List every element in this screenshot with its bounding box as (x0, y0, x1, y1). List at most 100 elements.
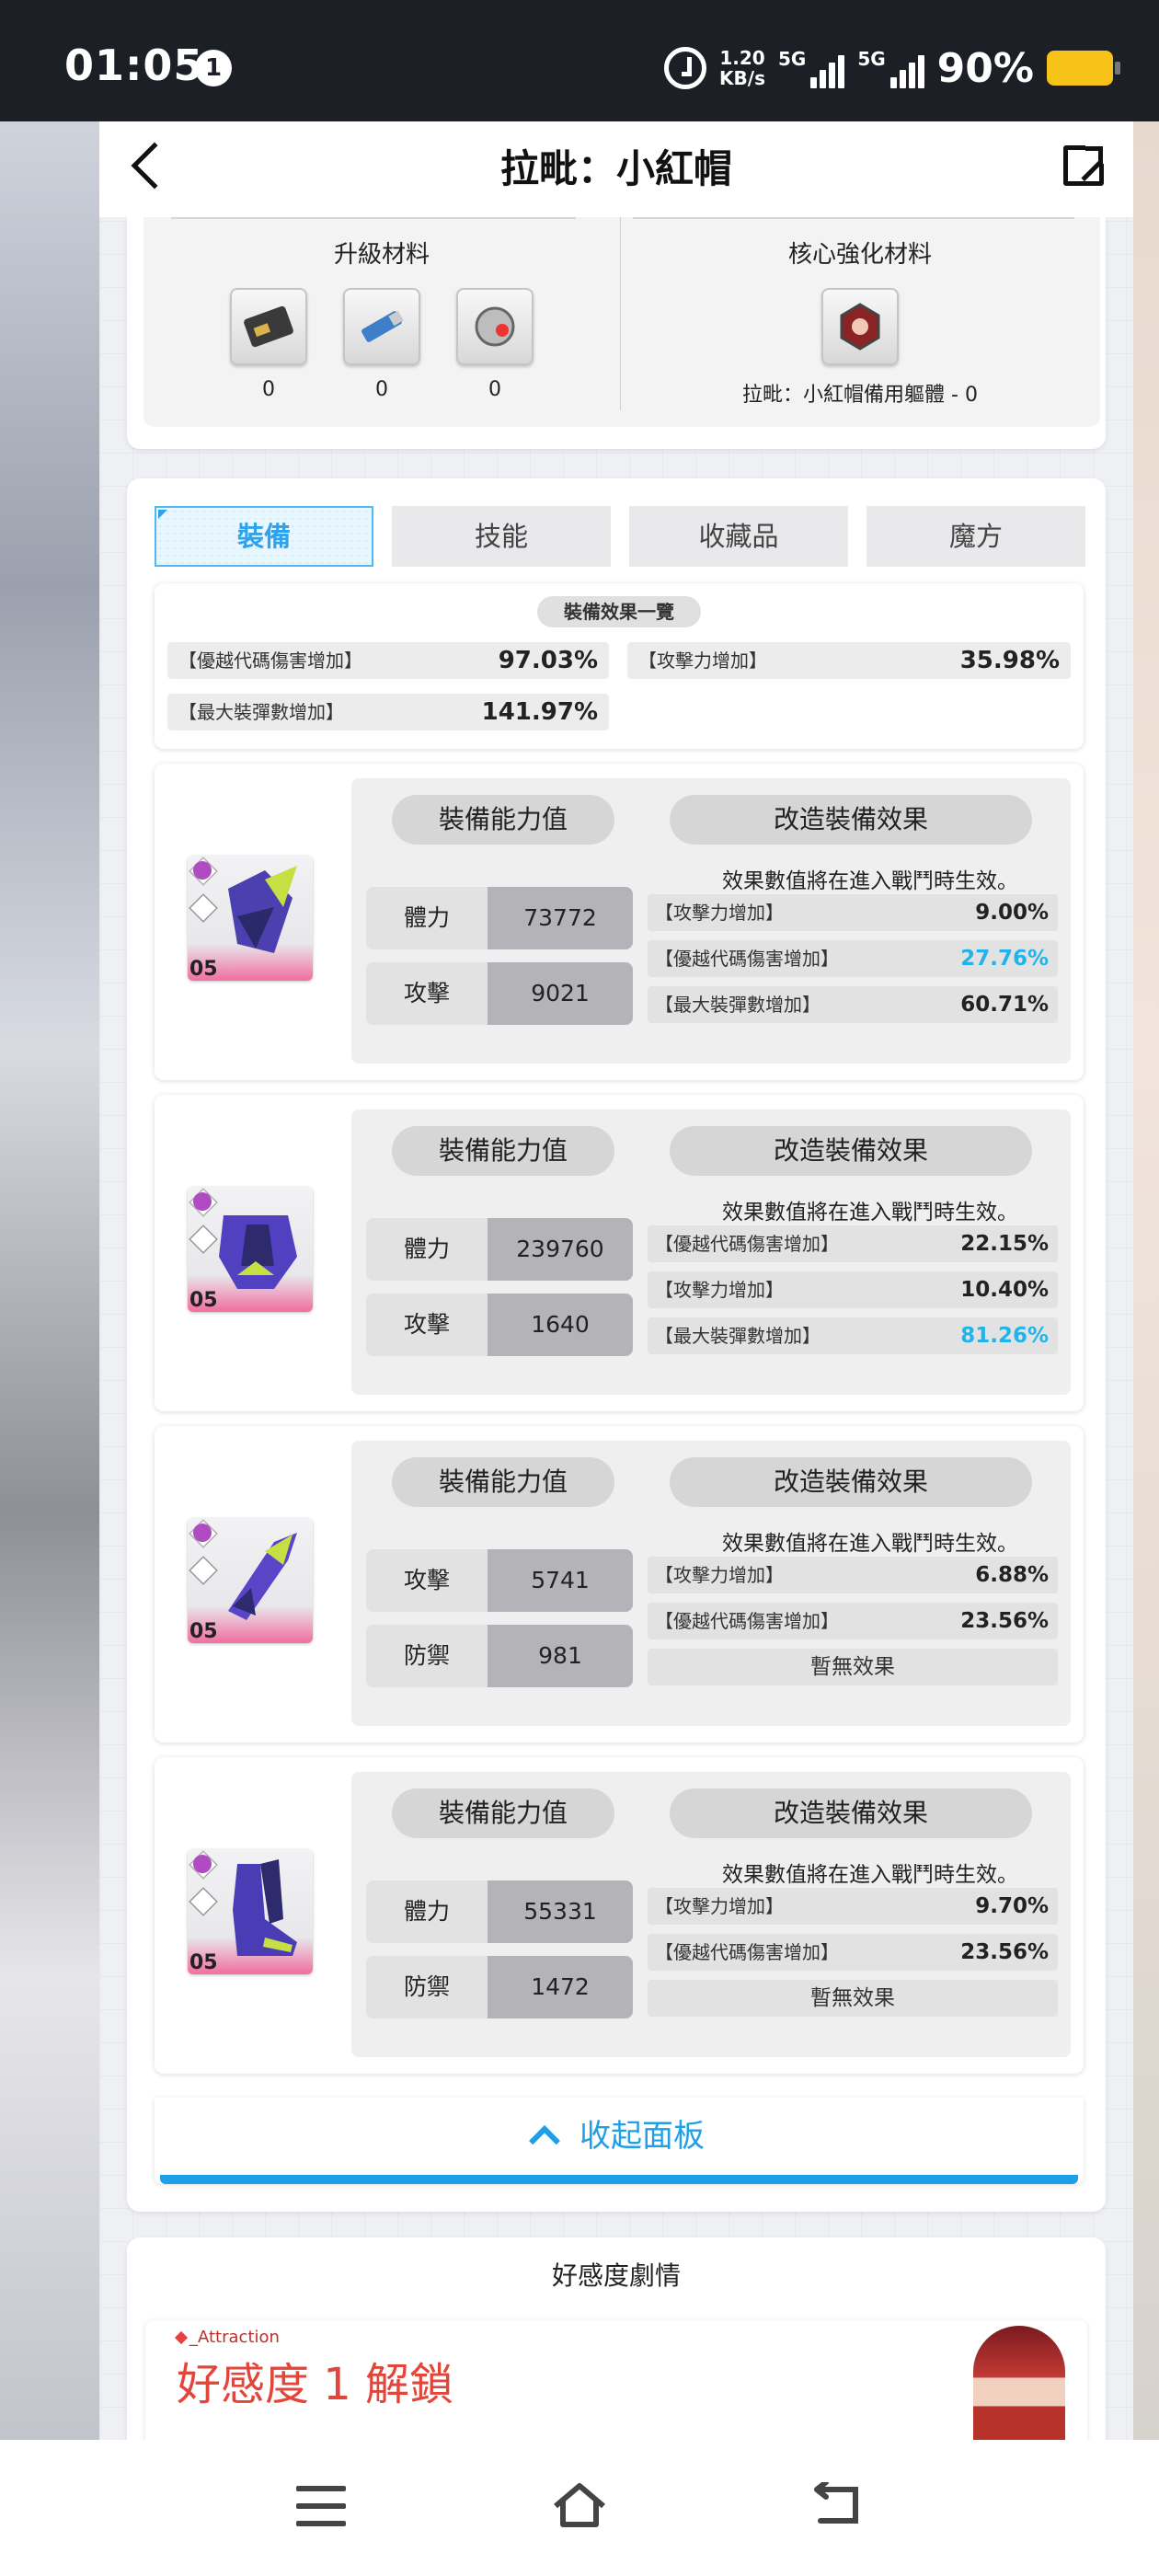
background-art-right (1133, 121, 1159, 2440)
material-item[interactable]: 拉毗：小紅帽備用軀體 - 0 (722, 288, 998, 408)
card-chip-icon (230, 288, 307, 365)
background-art-left (0, 121, 99, 2440)
signal-icon-2: 5G (857, 48, 924, 88)
collapse-label: 收起面板 (580, 2118, 705, 2155)
stat-value: 1640 (488, 1294, 633, 1356)
effect-row: 【攻擊力增加】 9.70% (648, 1888, 1058, 1925)
materials-card: 升級材料 0 0 0 核心強化材料 拉毗：小紅帽備用軀體 - 0 (127, 217, 1106, 449)
effect-row: 【優越代碼傷害增加】 23.56% (648, 1934, 1058, 1971)
effect-row: 【攻擊力增加】 9.00% (648, 894, 1058, 931)
effect-row: 【優越代碼傷害增加】 22.15% (648, 1225, 1058, 1262)
effect-value: 6.88% (975, 1563, 1049, 1587)
stat-row: 防禦 1472 (366, 1956, 633, 2018)
stats-title: 裝備能力值 (392, 1126, 614, 1176)
equipment-summary: 裝備效果一覽 【優越代碼傷害增加】 97.03% 【攻擊力增加】 35.98% … (155, 583, 1084, 749)
effect-row: 【攻擊力增加】 6.88% (648, 1557, 1058, 1593)
stats-title: 裝備能力值 (392, 795, 614, 845)
page-header: 拉毗：小紅帽 (99, 121, 1133, 217)
equipment-level: 05 (189, 1951, 218, 1974)
stat-value: 73772 (488, 887, 633, 949)
stats-title: 裝備能力值 (392, 1788, 614, 1838)
equipment-item[interactable]: 05 裝備能力值 改造裝備效果 體力 55331 防禦 1472 效果數值將在進… (155, 1757, 1084, 2074)
stat-value: 239760 (488, 1218, 633, 1281)
effect-key: 【優越代碼傷害增加】 (655, 948, 839, 970)
equipment-detail-panel: 裝備能力值 改造裝備效果 體力 55331 防禦 1472 效果數值將在進入戰鬥… (351, 1772, 1071, 2057)
effects-note: 效果數值將在進入戰鬥時生效。 (722, 1532, 1018, 1556)
summary-row: 【優越代碼傷害增加】 97.03% (167, 642, 609, 679)
material-item[interactable]: 0 (456, 288, 534, 401)
effect-row: 【最大裝彈數增加】 60.71% (648, 986, 1058, 1023)
menu-icon[interactable] (296, 2486, 346, 2526)
effect-value: 23.56% (960, 1940, 1049, 1964)
stat-row: 體力 73772 (366, 887, 633, 949)
page-title: 拉毗：小紅帽 (499, 146, 732, 191)
stat-row: 防禦 981 (366, 1625, 633, 1687)
core-orb-icon (456, 288, 534, 365)
status-bar: 01:05 1 1.20 KB/s 5G 5G 90% (0, 0, 1159, 121)
core-materials: 核心強化材料 拉毗：小紅帽備用軀體 - 0 (620, 217, 1100, 427)
equipment-item[interactable]: 05 裝備能力值 改造裝備效果 攻擊 5741 防禦 981 效果數值將在進入戰… (155, 1426, 1084, 1742)
system-nav-bar (0, 2440, 1159, 2576)
stat-label: 攻擊 (366, 962, 488, 1025)
equipment-level: 05 (189, 1620, 218, 1643)
tab-skills[interactable]: 技能 (392, 506, 611, 567)
effects-note: 效果數值將在進入戰鬥時生效。 (722, 869, 1018, 893)
material-item[interactable]: 0 (230, 288, 307, 401)
back-icon[interactable] (809, 2479, 865, 2528)
equipment-item[interactable]: 05 裝備能力值 改造裝備效果 體力 73772 攻擊 9021 效果數值將在進… (155, 764, 1084, 1080)
tab-cube[interactable]: 魔方 (866, 506, 1085, 567)
sim2-label: 5G (857, 48, 886, 70)
core-materials-title: 核心強化材料 (787, 241, 932, 269)
effect-key: 【攻擊力增加】 (655, 1279, 784, 1301)
summary-value: 97.03% (498, 647, 598, 674)
summary-key: 【優越代碼傷害增加】 (178, 650, 362, 672)
attraction-section-title: 好感度劇情 (551, 2260, 681, 2291)
core-material-label: 拉毗：小紅帽備用軀體 - 0 (742, 384, 978, 407)
equipment-level: 05 (189, 1289, 218, 1312)
home-icon[interactable] (550, 2480, 609, 2530)
attraction-card: 好感度劇情 _Attraction 好感度 1 解鎖 (127, 2237, 1106, 2440)
collapse-panel-button[interactable]: 收起面板 (155, 2098, 1084, 2184)
gauntlet-gear-icon: 05 (188, 1518, 313, 1643)
app-content[interactable]: 拉毗：小紅帽 升級材料 0 0 0 核心強化材料 拉毗：小紅帽備用軀體 - 0 … (99, 121, 1133, 2440)
summary-key: 【攻擊力增加】 (638, 650, 767, 672)
effect-value: 9.00% (975, 901, 1049, 925)
tab-collection[interactable]: 收藏品 (629, 506, 848, 567)
battery-icon (1047, 51, 1120, 86)
effect-value: 9.70% (975, 1894, 1049, 1918)
armor-gear-icon: 05 (188, 1187, 313, 1312)
helmet-gear-icon: 05 (188, 856, 313, 981)
equipment-item[interactable]: 05 裝備能力值 改造裝備效果 體力 239760 攻擊 1640 效果數值將在… (155, 1095, 1084, 1411)
summary-row: 【攻擊力增加】 35.98% (627, 642, 1071, 679)
effect-key: 【攻擊力增加】 (655, 1895, 784, 1917)
external-link-icon[interactable] (1063, 144, 1106, 186)
net-speed-unit: KB/s (719, 67, 765, 89)
net-speed: 1.20 KB/s (719, 48, 765, 88)
summary-row: 【最大裝彈數增加】 141.97% (167, 694, 609, 730)
effect-value: 22.15% (960, 1232, 1049, 1256)
battery-percent: 90% (936, 44, 1034, 92)
equipment-card: 裝備 技能 收藏品 魔方 裝備效果一覽 【優越代碼傷害增加】 97.03% 【攻… (127, 478, 1106, 2212)
effect-key: 【優越代碼傷害增加】 (655, 1610, 839, 1632)
stat-row: 體力 239760 (366, 1218, 633, 1281)
stat-value: 5741 (488, 1549, 633, 1612)
stat-value: 1472 (488, 1956, 633, 2018)
materials-panel: 升級材料 0 0 0 核心強化材料 拉毗：小紅帽備用軀體 - 0 (143, 217, 1100, 427)
effect-value: 60.71% (960, 993, 1049, 1017)
effects-title: 改造裝備效果 (670, 795, 1032, 845)
material-item[interactable]: 0 (343, 288, 420, 401)
effect-value: 23.56% (960, 1609, 1049, 1633)
equipment-detail-panel: 裝備能力值 改造裝備效果 攻擊 5741 防禦 981 效果數值將在進入戰鬥時生… (351, 1441, 1071, 1726)
effect-value: 27.76% (960, 947, 1049, 971)
tab-bar: 裝備 技能 收藏品 魔方 (155, 506, 1085, 567)
effect-key: 【攻擊力增加】 (655, 1564, 784, 1586)
character-portrait (973, 2326, 1065, 2440)
tab-equipment[interactable]: 裝備 (155, 506, 373, 567)
no-effect-row: 暫無效果 (648, 1980, 1058, 2017)
clock: 01:05 (64, 40, 204, 90)
character-core-icon (821, 288, 899, 365)
upgrade-materials: 升級材料 0 0 0 (143, 217, 620, 427)
attraction-entry[interactable]: _Attraction 好感度 1 解鎖 (145, 2320, 1087, 2440)
attraction-unlock-label: 好感度 1 解鎖 (177, 2359, 454, 2410)
stat-label: 體力 (366, 887, 488, 949)
